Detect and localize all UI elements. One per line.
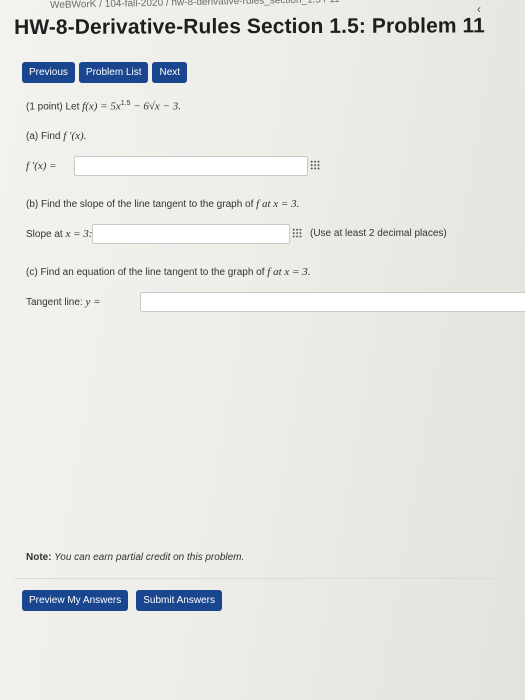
problem-intro: (1 point) Let f(x) = 5x1.5 − 6√x − 3. bbox=[26, 100, 181, 113]
tangent-input[interactable] bbox=[140, 292, 525, 312]
breadcrumb: WeBWorK / 104-fall-2020 / hw-8-derivativ… bbox=[50, 0, 340, 11]
problem-list-button[interactable]: Problem List bbox=[78, 62, 149, 83]
part-c-label: (c) Find an equation of the line tangent… bbox=[26, 266, 311, 278]
divider bbox=[14, 578, 494, 579]
answer-actions: Preview My Answers Submit Answers bbox=[22, 590, 222, 611]
slope-label: Slope at x = 3: bbox=[26, 228, 93, 240]
note: Note: You can earn partial credit on thi… bbox=[26, 552, 245, 563]
problem-nav: Previous Problem List Next bbox=[22, 62, 188, 83]
webwork-page: WeBWorK / 104-fall-2020 / hw-8-derivativ… bbox=[0, 0, 525, 700]
equation-editor-icon[interactable] bbox=[292, 228, 302, 238]
slope-input[interactable] bbox=[92, 224, 290, 244]
previous-button[interactable]: Previous bbox=[22, 62, 75, 83]
submit-answers-button[interactable]: Submit Answers bbox=[136, 590, 222, 611]
fprime-input[interactable] bbox=[74, 156, 308, 176]
next-button[interactable]: Next bbox=[152, 62, 188, 83]
page-title: HW-8-Derivative-Rules Section 1.5: Probl… bbox=[14, 14, 485, 39]
preview-answers-button[interactable]: Preview My Answers bbox=[22, 590, 129, 611]
equation-editor-icon[interactable] bbox=[310, 160, 320, 170]
part-a-label: (a) Find f ′(x). bbox=[26, 130, 87, 142]
part-b-label: (b) Find the slope of the line tangent t… bbox=[26, 198, 300, 210]
slope-hint: (Use at least 2 decimal places) bbox=[310, 228, 447, 239]
fprime-label: f ′(x) = bbox=[26, 160, 57, 172]
tangent-label: Tangent line: y = bbox=[26, 296, 101, 308]
